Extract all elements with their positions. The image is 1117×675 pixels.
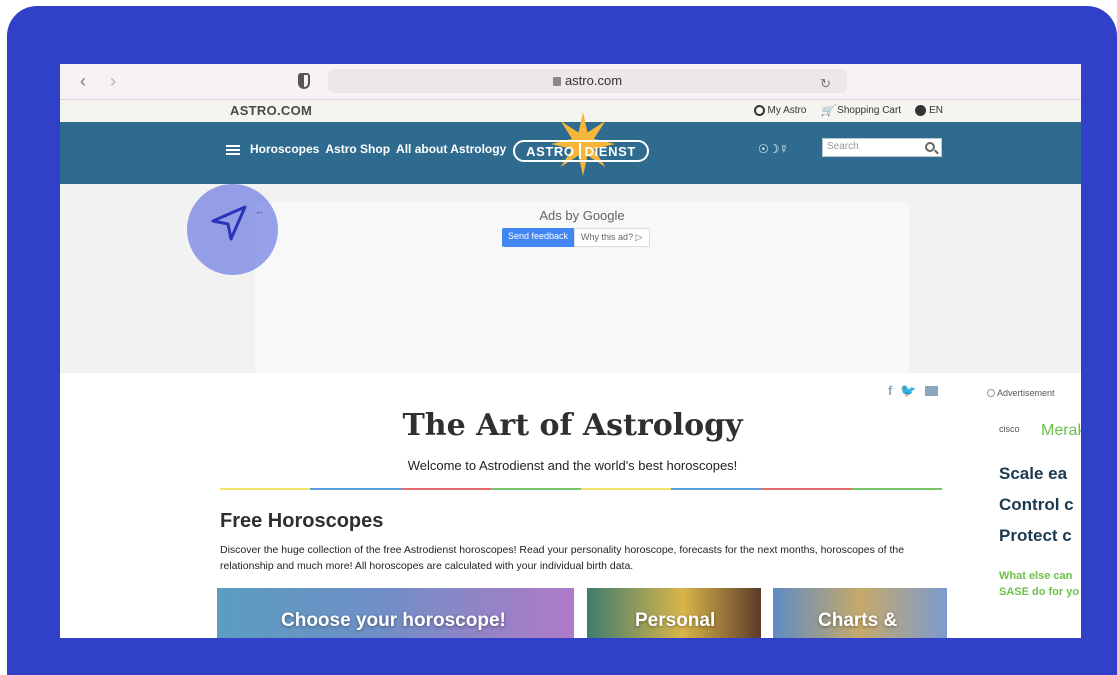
astrodienst-logo[interactable]: ASTRO DIENST xyxy=(513,112,649,176)
cart-icon: 🛒 xyxy=(820,105,835,117)
search-input[interactable]: Search xyxy=(822,138,942,157)
personal-card[interactable]: Personal xyxy=(587,588,761,638)
charts-card[interactable]: Charts & xyxy=(773,588,947,638)
choose-horoscope-card[interactable]: Choose your horoscope! xyxy=(217,588,574,638)
menu-icon[interactable] xyxy=(226,145,240,155)
lock-icon xyxy=(552,77,561,86)
side-ad-line[interactable]: Protect c xyxy=(999,526,1072,546)
logo-text-astro: ASTRO xyxy=(526,143,575,159)
divider-segment xyxy=(851,488,942,490)
page-title: The Art of Astrology xyxy=(402,408,743,443)
nav-all-about-astrology[interactable]: All about Astrology xyxy=(396,142,506,156)
card-label: Choose your horoscope! xyxy=(281,610,506,631)
globe-icon xyxy=(915,105,927,116)
send-feedback-button[interactable]: Send feedback xyxy=(502,228,575,247)
twitter-icon[interactable]: 🐦 xyxy=(900,383,916,399)
search-icon[interactable] xyxy=(925,142,935,152)
shopping-cart-link[interactable]: 🛒 Shopping Cart xyxy=(820,104,901,117)
meraki-logo: Merak xyxy=(1041,422,1081,439)
my-astro-link[interactable]: My Astro xyxy=(753,104,806,117)
browser-toolbar: ‹ › astro.com ↻ xyxy=(60,64,1081,100)
side-ad-small-text[interactable]: SASE do for yo xyxy=(999,586,1079,598)
divider-segment xyxy=(400,488,491,490)
divider-segment xyxy=(490,488,581,490)
search-placeholder: Search xyxy=(827,141,859,152)
logo-divider xyxy=(578,143,581,159)
email-icon[interactable] xyxy=(924,386,938,396)
site-header: Horoscopes Astro Shop All about Astrolog… xyxy=(60,112,1081,184)
divider-segment xyxy=(581,488,672,490)
reload-icon[interactable]: ↻ xyxy=(820,72,831,96)
section-description: Discover the huge collection of the free… xyxy=(220,544,905,572)
divider-segment xyxy=(310,488,401,490)
social-links: f 🐦 xyxy=(888,383,938,399)
language-selector[interactable]: EN xyxy=(915,104,943,117)
divider-segment xyxy=(220,488,311,490)
page-subtitle: Welcome to Astrodienst and the world's b… xyxy=(407,458,738,473)
top-bar: ASTRO.COM My Astro 🛒 Shopping Cart EN xyxy=(60,100,1081,122)
planet-symbols[interactable]: ☉☽☿ xyxy=(758,142,789,156)
cursor-highlight: ← xyxy=(187,184,278,275)
top-links: My Astro 🛒 Shopping Cart EN xyxy=(753,104,943,117)
advertisement-label[interactable]: Advertisement xyxy=(987,388,1055,398)
side-ad-line[interactable]: Control c xyxy=(999,495,1074,515)
rainbow-divider xyxy=(220,488,942,490)
shield-icon[interactable] xyxy=(298,73,310,89)
blue-frame: ‹ › astro.com ↻ ASTRO.COM My Astro 🛒 Shop… xyxy=(7,6,1117,675)
url-text: astro.com xyxy=(564,73,623,88)
section-title: Free Horoscopes xyxy=(220,510,384,532)
card-label: Charts & xyxy=(818,610,898,631)
card-label: Personal xyxy=(635,610,716,631)
divider-segment xyxy=(761,488,852,490)
cisco-logo: cisco xyxy=(999,424,1020,434)
user-icon xyxy=(753,105,765,116)
nav-horoscopes[interactable]: Horoscopes xyxy=(250,142,319,156)
nav-astro-shop[interactable]: Astro Shop xyxy=(325,142,390,156)
side-ad-small-text[interactable]: What else can xyxy=(999,570,1072,582)
forward-icon[interactable]: › xyxy=(110,71,116,92)
ad-close-icon[interactable] xyxy=(987,389,995,397)
main-nav: Horoscopes Astro Shop All about Astrolog… xyxy=(250,142,506,156)
google-ad-slot: Ads by Google Send feedback Why this ad?… xyxy=(255,202,909,373)
side-ad-line[interactable]: Scale ea xyxy=(999,464,1067,484)
browser-window: ‹ › astro.com ↻ ASTRO.COM My Astro 🛒 Shop… xyxy=(60,64,1081,638)
cursor-arrow-icon xyxy=(211,205,247,241)
why-this-ad-button[interactable]: Why this ad? ▷ xyxy=(574,228,650,247)
ads-by-google: Ads by Google xyxy=(539,208,625,223)
divider-segment xyxy=(671,488,762,490)
facebook-icon[interactable]: f xyxy=(888,383,892,399)
small-arrow-icon: ← xyxy=(255,206,264,216)
back-icon[interactable]: ‹ xyxy=(80,71,86,92)
logo-text-dienst: DIENST xyxy=(584,143,636,159)
address-bar[interactable]: astro.com ↻ xyxy=(328,69,847,93)
ad-buttons: Send feedback Why this ad? ▷ xyxy=(502,228,650,247)
site-brand[interactable]: ASTRO.COM xyxy=(230,103,312,118)
